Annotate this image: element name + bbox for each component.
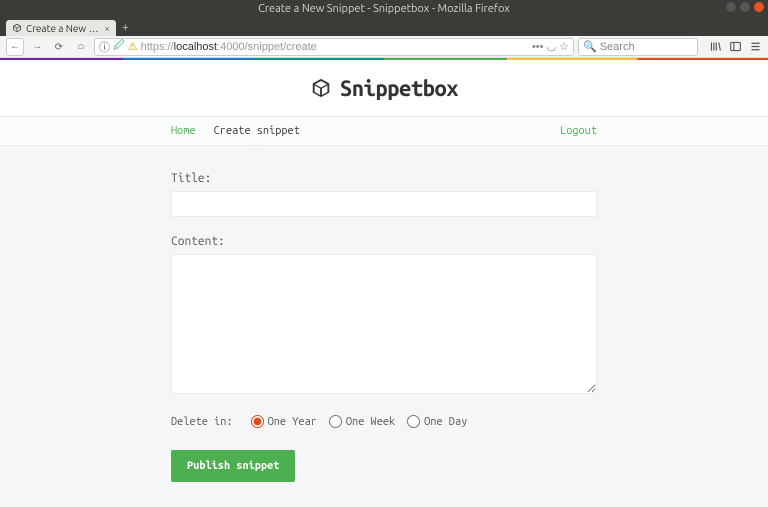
pocket-icon[interactable]: ◡ [547, 40, 557, 53]
title-label: Title: [171, 172, 597, 185]
minimize-button[interactable] [726, 2, 736, 12]
radio-one-day[interactable]: One Day [407, 415, 467, 428]
address-bar[interactable]: ⓘ 🖉 ⚠ https://localhost:4000/snippet/cre… [94, 38, 574, 56]
reload-button[interactable]: ⟳ [50, 38, 68, 56]
home-button[interactable]: ⌂ [72, 38, 90, 56]
lock-icon: ⚠ [128, 40, 138, 53]
new-tab-button[interactable]: + [122, 21, 129, 34]
content-textarea[interactable] [171, 254, 597, 394]
tab-label: Create a New Snippe [26, 23, 100, 34]
back-button[interactable]: ← [6, 38, 24, 56]
forward-button[interactable]: → [28, 38, 46, 56]
library-icon[interactable] [708, 40, 722, 53]
browser-tab[interactable]: Create a New Snippe × [6, 20, 116, 36]
window-controls [726, 2, 764, 12]
app-header: Snippetbox [0, 60, 768, 116]
close-window-button[interactable] [754, 2, 764, 12]
app-nav: Home Create snippet Logout [0, 116, 768, 146]
logo-cube-icon [310, 77, 332, 99]
url-text: https://localhost:4000/snippet/create [141, 41, 529, 53]
delete-in-group: Delete in: One Year One Week One Day [171, 415, 597, 428]
tab-close-icon[interactable]: × [104, 23, 110, 34]
nav-logout[interactable]: Logout [560, 125, 597, 137]
create-snippet-form: Title: Content: Delete in: One Year One … [171, 146, 597, 482]
radio-one-year[interactable]: One Year [251, 415, 317, 428]
window-titlebar: Create a New Snippet - Snippetbox - Mozi… [0, 0, 768, 18]
search-placeholder: Search [600, 41, 635, 53]
bookmark-icon[interactable]: ☆ [559, 40, 569, 53]
info-icon[interactable]: ⓘ [99, 39, 110, 55]
window-title: Create a New Snippet - Snippetbox - Mozi… [258, 3, 510, 15]
publish-button[interactable]: Publish snippet [171, 450, 295, 482]
search-icon: 🔍 [583, 40, 597, 53]
title-input[interactable] [171, 191, 597, 217]
menu-icon[interactable] [748, 40, 762, 53]
delete-in-label: Delete in: [171, 416, 233, 428]
cube-icon [12, 23, 22, 33]
brand-name: Snippetbox [340, 76, 458, 101]
permissions-icon[interactable]: 🖉 [113, 37, 125, 56]
radio-one-day-input[interactable] [407, 415, 420, 428]
nav-create-snippet[interactable]: Create snippet [214, 125, 300, 137]
content-label: Content: [171, 235, 597, 248]
sidebar-icon[interactable] [728, 40, 742, 53]
toolbar-right [708, 40, 762, 53]
brand: Snippetbox [310, 76, 458, 101]
tab-strip: Create a New Snippe × + [0, 18, 768, 36]
search-bar[interactable]: 🔍 Search [578, 38, 698, 56]
radio-one-week[interactable]: One Week [329, 415, 395, 428]
radio-one-year-input[interactable] [251, 415, 264, 428]
radio-one-week-input[interactable] [329, 415, 342, 428]
maximize-button[interactable] [740, 2, 750, 12]
browser-toolbar: ← → ⟳ ⌂ ⓘ 🖉 ⚠ https://localhost:4000/sni… [0, 36, 768, 58]
page-actions-icon[interactable]: ••• [532, 41, 544, 53]
nav-home[interactable]: Home [171, 125, 196, 137]
